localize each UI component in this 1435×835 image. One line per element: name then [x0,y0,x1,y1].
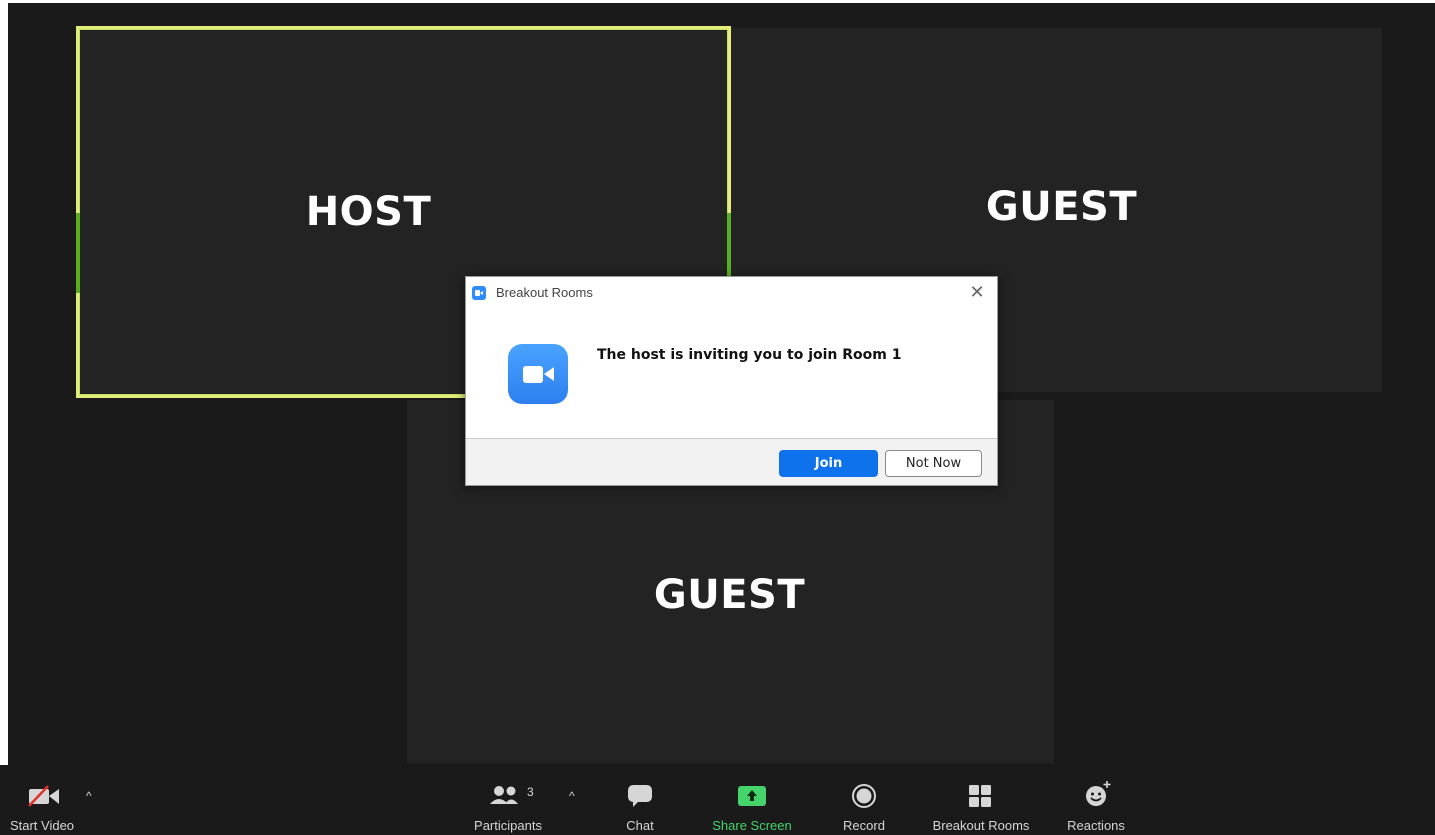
chat-button[interactable]: Chat [615,765,665,835]
chat-icon [628,785,652,807]
participant-name-host: HOST [305,189,432,235]
participant-name-guest-2: GUEST [653,572,806,618]
start-video-button[interactable]: Start Video [0,765,84,835]
chat-label: Chat [626,818,654,833]
not-now-button[interactable]: Not Now [885,450,982,477]
reactions-button[interactable]: Reactions [1060,765,1132,835]
breakout-rooms-icon [969,785,991,807]
participants-icon [490,786,518,804]
share-screen-icon [738,786,766,806]
reactions-icon [1086,781,1111,806]
share-screen-button[interactable]: Share Screen [700,765,804,835]
window-left-edge [0,0,8,835]
start-video-label: Start Video [9,818,75,833]
dialog-title: Breakout Rooms [496,285,593,300]
participants-options-caret[interactable]: ^ [569,789,575,803]
breakout-rooms-dialog: Breakout Rooms ✕ The host is inviting yo… [465,276,998,486]
participants-count: 3 [527,785,534,799]
video-options-caret[interactable]: ^ [86,789,92,803]
zoom-logo-icon [508,344,568,404]
participants-label: Participants [474,818,542,833]
dialog-titlebar[interactable]: Breakout Rooms ✕ [466,277,997,309]
record-label: Record [843,818,885,833]
breakout-rooms-button[interactable]: Breakout Rooms [923,765,1039,835]
invitation-message: The host is inviting you to join Room 1 [597,347,902,363]
breakout-rooms-label: Breakout Rooms [932,818,1030,833]
close-icon[interactable]: ✕ [967,282,987,302]
video-off-icon [28,785,59,807]
participant-name-guest: GUEST [985,184,1138,230]
share-screen-label: Share Screen [712,818,792,833]
reactions-label: Reactions [1067,818,1125,833]
dialog-footer: Join Not Now [466,438,997,485]
zoom-app-icon [472,286,486,300]
record-button[interactable]: Record [833,765,895,835]
participants-button[interactable]: 3 Participants [463,765,553,835]
join-button[interactable]: Join [779,450,878,477]
meeting-toolbar: Start Video ^ 3 Participants ^ Chat Shar… [0,765,1435,835]
window-top-edge [0,0,1435,3]
record-icon [852,784,876,808]
